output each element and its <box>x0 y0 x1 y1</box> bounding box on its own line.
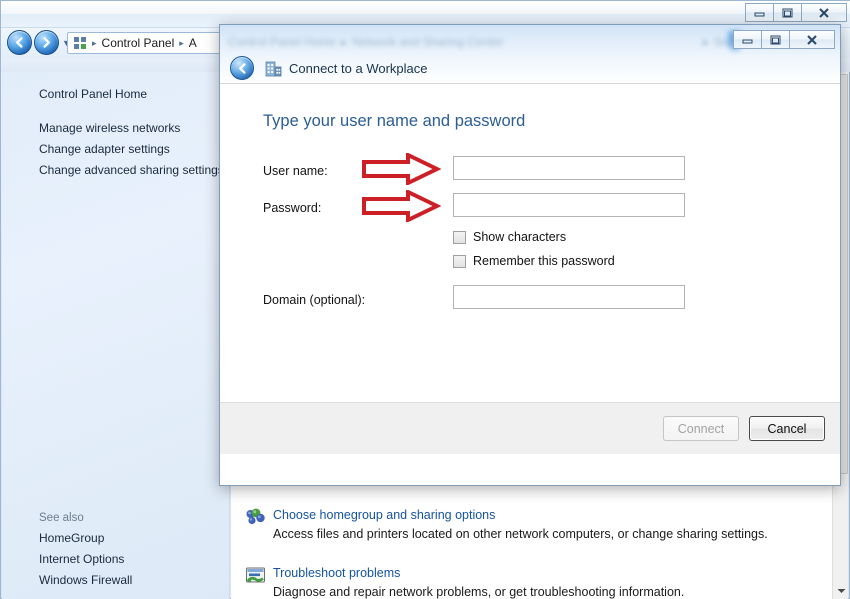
checkbox-box[interactable] <box>453 254 466 268</box>
show-characters-checkbox[interactable]: Show characters <box>453 230 566 244</box>
username-label: User name: <box>263 164 328 178</box>
show-characters-label: Show characters <box>473 230 567 244</box>
password-input[interactable] <box>453 193 685 217</box>
main-window-controls <box>745 3 847 22</box>
dialog-footer: Connect Cancel <box>220 402 840 454</box>
dialog-minimize-button[interactable] <box>733 30 762 49</box>
remember-password-row: Remember this password <box>263 254 793 278</box>
dialog-title: Connect to a Workplace <box>289 60 428 76</box>
list-item[interactable]: Troubleshoot problems Diagnose and repai… <box>231 564 835 599</box>
ghost-crumb-sep-0: ▸ <box>341 35 348 49</box>
minimize-button[interactable] <box>745 3 774 22</box>
connect-to-workplace-dialog: Control Panel Home ▸ Network and Sharing… <box>219 24 841 486</box>
navigation-buttons: ▼ <box>7 30 71 55</box>
maximize-icon <box>782 8 793 18</box>
homegroup-icon <box>246 508 265 525</box>
show-characters-row: Show characters <box>263 230 793 254</box>
close-icon <box>819 7 829 18</box>
password-row: Password: <box>263 193 793 230</box>
maximize-button[interactable] <box>773 3 802 22</box>
username-input[interactable] <box>453 156 685 180</box>
minimize-icon <box>754 12 765 16</box>
forward-arrow-icon <box>43 37 50 48</box>
sidebar-item-change-advanced-sharing-settings[interactable]: Change advanced sharing settings <box>2 160 229 181</box>
checkbox-box[interactable] <box>453 230 466 244</box>
forward-button[interactable] <box>34 30 59 55</box>
list-item-text: Troubleshoot problems Diagnose and repai… <box>273 564 835 599</box>
scrollbar-down-button[interactable] <box>833 582 849 599</box>
homegroup-icon-wrap <box>245 506 273 544</box>
page-title: Type your user name and password <box>263 112 526 130</box>
credentials-form: User name: Password: Show characters Rem… <box>263 153 793 322</box>
sidebar: Control Panel Home Manage wireless netwo… <box>2 72 230 599</box>
sidebar-item-control-panel-home[interactable]: Control Panel Home <box>2 84 229 105</box>
control-panel-icon <box>74 37 86 49</box>
close-icon <box>807 34 817 45</box>
dialog-header: Connect to a Workplace <box>220 53 428 83</box>
see-also-header: See also <box>39 512 84 524</box>
dialog-window-controls <box>733 30 835 49</box>
domain-label: Domain (optional): <box>263 293 366 307</box>
sidebar-item-homegroup[interactable]: HomeGroup <box>2 528 230 549</box>
cancel-button[interactable]: Cancel <box>749 416 825 441</box>
chevron-down-icon <box>837 588 845 593</box>
sidebar-item-windows-firewall[interactable]: Windows Firewall <box>2 570 230 591</box>
back-button[interactable] <box>7 30 32 55</box>
dialog-close-button[interactable] <box>789 30 835 49</box>
maximize-icon <box>770 35 781 45</box>
domain-row: Domain (optional): <box>263 285 793 322</box>
minimize-icon <box>742 39 753 43</box>
workplace-building-icon <box>265 61 282 76</box>
list-item-description: Access files and printers located on oth… <box>273 527 768 541</box>
link-troubleshoot-problems[interactable]: Troubleshoot problems <box>273 564 835 582</box>
remember-password-checkbox[interactable]: Remember this password <box>453 254 615 268</box>
sidebar-item-change-adapter-settings[interactable]: Change adapter settings <box>2 139 229 160</box>
remember-password-label: Remember this password <box>473 254 615 268</box>
breadcrumb-control-panel[interactable]: Control Panel <box>98 36 179 50</box>
troubleshoot-icon <box>246 567 265 583</box>
username-row: User name: <box>263 156 793 193</box>
back-arrow-icon <box>238 62 246 74</box>
sidebar-item-internet-options[interactable]: Internet Options <box>2 549 230 570</box>
troubleshoot-icon-wrap <box>245 564 273 599</box>
list-item-description: Diagnose and repair network problems, or… <box>273 585 685 599</box>
password-label: Password: <box>263 201 322 215</box>
dialog-maximize-button[interactable] <box>761 30 790 49</box>
content-list: Choose homegroup and sharing options Acc… <box>231 490 835 599</box>
dialog-body: Type your user name and password User na… <box>220 83 840 454</box>
screen: ▼ ▸ Control Panel ▸ A Control Panel Home… <box>0 0 850 599</box>
list-item[interactable]: Choose homegroup and sharing options Acc… <box>231 506 835 544</box>
connect-button[interactable]: Connect <box>663 416 739 441</box>
back-arrow-icon <box>16 37 23 48</box>
ghost-crumb-0: Control Panel Home <box>228 35 337 49</box>
ghost-crumb-1: Network and Sharing Center <box>352 35 504 49</box>
domain-input[interactable] <box>453 285 685 309</box>
list-item-text: Choose homegroup and sharing options Acc… <box>273 506 835 544</box>
sidebar-item-manage-wireless-networks[interactable]: Manage wireless networks <box>2 118 229 139</box>
dialog-back-button[interactable] <box>230 56 254 80</box>
ghost-crumb-sep-1: ▸ <box>702 35 709 49</box>
breadcrumb-next[interactable]: A <box>185 36 201 50</box>
link-choose-homegroup-and-sharing-options[interactable]: Choose homegroup and sharing options <box>273 506 835 524</box>
see-also-section: See also HomeGroup Internet Options Wind… <box>2 510 230 591</box>
close-button[interactable] <box>801 3 847 22</box>
